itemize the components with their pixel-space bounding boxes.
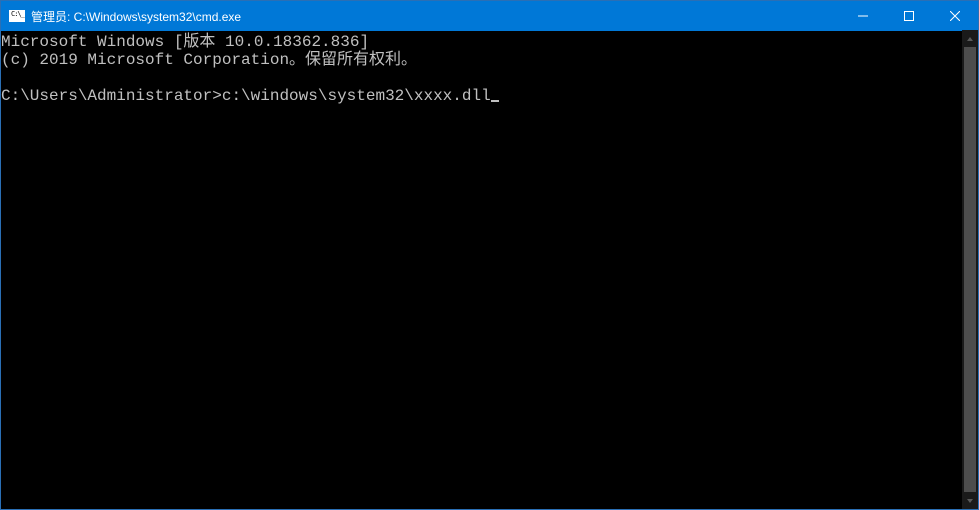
terminal-line: (c) 2019 Microsoft Corporation。保留所有权利。 [1, 51, 417, 69]
window-title: 管理员: C:\Windows\system32\cmd.exe [31, 8, 241, 25]
terminal-prompt-line: C:\Users\Administrator>c:\windows\system… [1, 87, 499, 105]
vertical-scrollbar[interactable] [962, 30, 978, 509]
maximize-icon [904, 11, 914, 21]
titlebar[interactable]: 管理员: C:\Windows\system32\cmd.exe [1, 1, 978, 31]
terminal-prompt: C:\Users\Administrator> [1, 87, 222, 105]
chevron-up-icon [966, 35, 974, 43]
scroll-up-button[interactable] [962, 30, 978, 47]
window-controls [840, 1, 978, 31]
chevron-down-icon [966, 497, 974, 505]
cmd-window: 管理员: C:\Windows\system32\cmd.exe Microso… [0, 0, 979, 510]
scrollbar-track[interactable] [962, 47, 978, 492]
minimize-button[interactable] [840, 1, 886, 31]
close-icon [950, 11, 960, 21]
scrollbar-thumb[interactable] [964, 47, 976, 492]
maximize-button[interactable] [886, 1, 932, 31]
terminal-area[interactable]: Microsoft Windows [版本 10.0.18362.836] (c… [1, 31, 978, 509]
scroll-down-button[interactable] [962, 492, 978, 509]
terminal-line: Microsoft Windows [版本 10.0.18362.836] [1, 33, 369, 51]
close-button[interactable] [932, 1, 978, 31]
terminal-input: c:\windows\system32\xxxx.dll [222, 87, 491, 105]
terminal-cursor [491, 100, 499, 102]
cmd-icon [9, 10, 25, 22]
minimize-icon [858, 11, 868, 21]
